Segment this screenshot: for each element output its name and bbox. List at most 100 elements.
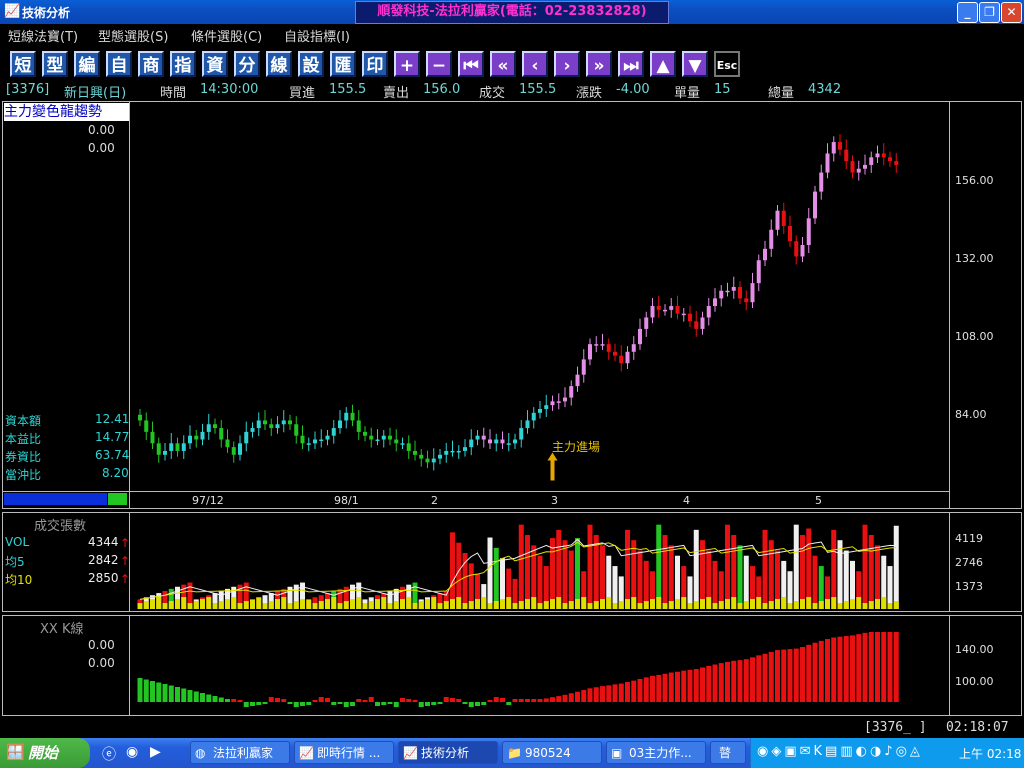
clock: 上午 02:18 bbox=[959, 747, 1022, 761]
task-doc[interactable]: ▣ 03主力作... bbox=[606, 741, 706, 764]
oscillator-bar bbox=[668, 672, 674, 702]
oscillator-bar bbox=[762, 653, 768, 702]
up-button[interactable]: ▲ bbox=[650, 51, 676, 77]
maximize-button[interactable]: ❐ bbox=[979, 2, 1000, 23]
candle-body bbox=[688, 313, 692, 322]
volume-base bbox=[718, 601, 724, 609]
volume-bar bbox=[712, 560, 718, 609]
price-tick: 132.00 bbox=[955, 252, 994, 265]
volume-base bbox=[331, 597, 337, 609]
candle-body bbox=[456, 450, 461, 453]
stock-name: 新日興(日) bbox=[64, 86, 127, 101]
last-button[interactable]: ⏭ bbox=[618, 51, 644, 77]
status-code: [3376_ ] bbox=[864, 720, 927, 735]
candle-body bbox=[369, 435, 374, 440]
oscillator-chart[interactable] bbox=[130, 616, 949, 715]
volume-base bbox=[600, 599, 605, 609]
pattern-button[interactable]: 型 bbox=[42, 51, 68, 77]
minute-button[interactable]: 分 bbox=[234, 51, 260, 77]
media-icon[interactable]: ▶ bbox=[150, 744, 161, 760]
volume-base bbox=[581, 597, 587, 609]
panel-divider bbox=[949, 101, 950, 509]
export-button[interactable]: 匯 bbox=[330, 51, 356, 77]
short-button[interactable]: 短 bbox=[10, 51, 36, 77]
down-button[interactable]: ▼ bbox=[682, 51, 708, 77]
close-button[interactable]: ✕ bbox=[1001, 2, 1022, 23]
oscillator-bar bbox=[306, 702, 312, 705]
task-tech-analysis[interactable]: 📈 技術分析 bbox=[398, 741, 498, 764]
scroll-thumb[interactable] bbox=[108, 493, 127, 505]
task-ferrari[interactable]: ◍ 法拉利贏家 bbox=[190, 741, 290, 764]
candle-body bbox=[619, 355, 624, 364]
volume-chart[interactable] bbox=[130, 513, 949, 611]
candlestick-chart[interactable] bbox=[130, 102, 949, 491]
first-button[interactable]: ⏮ bbox=[458, 51, 484, 77]
task-label: 瞽 bbox=[719, 746, 732, 760]
oscillator-bar bbox=[312, 700, 318, 702]
oscillator-bar bbox=[225, 699, 230, 702]
task-misc[interactable]: 瞽 bbox=[710, 741, 746, 764]
volume-base bbox=[612, 603, 618, 609]
fast-back-button[interactable]: « bbox=[490, 51, 516, 77]
browser-icon[interactable]: ◉ bbox=[126, 744, 138, 760]
volume-base bbox=[868, 601, 874, 609]
oscillator-bar bbox=[618, 683, 624, 702]
back-button[interactable]: ‹ bbox=[522, 51, 548, 77]
oscillator-bar bbox=[737, 660, 743, 702]
zoom-out-button[interactable]: − bbox=[426, 51, 452, 77]
volume-bar bbox=[793, 524, 799, 609]
volume-base bbox=[568, 601, 574, 609]
edit-button[interactable]: 編 bbox=[74, 51, 100, 77]
volume-base bbox=[893, 601, 899, 609]
data-button[interactable]: 資 bbox=[202, 51, 228, 77]
candle-body bbox=[756, 260, 761, 284]
doc-icon: ▣ bbox=[611, 746, 623, 760]
esc-button[interactable]: Esc bbox=[714, 51, 740, 77]
candle-body bbox=[675, 306, 680, 314]
volume-base bbox=[625, 599, 630, 609]
oscillator-bar bbox=[518, 699, 524, 702]
print-button[interactable]: 印 bbox=[362, 51, 388, 77]
volume-base bbox=[162, 603, 168, 609]
candle-body bbox=[388, 435, 392, 440]
task-realtime[interactable]: 📈 即時行情 ... bbox=[294, 741, 394, 764]
index-button[interactable]: 指 bbox=[170, 51, 196, 77]
volume-base bbox=[631, 597, 637, 609]
ie-icon[interactable]: ⓔ bbox=[102, 744, 116, 764]
menu-condition-select[interactable]: 條件選股(C) bbox=[191, 26, 262, 45]
oscillator-bar bbox=[300, 702, 305, 706]
vol-label: VOL bbox=[5, 535, 30, 549]
oscillator-bar bbox=[856, 634, 862, 702]
menu-custom-indicator[interactable]: 自設指標(I) bbox=[284, 26, 350, 45]
oscillator-bar bbox=[368, 697, 374, 702]
task-folder[interactable]: 📁 980524 bbox=[502, 741, 602, 764]
candle-body bbox=[206, 424, 211, 432]
candle-body bbox=[413, 450, 417, 455]
line-button[interactable]: 線 bbox=[266, 51, 292, 77]
oscillator-bar bbox=[743, 659, 749, 702]
menu-pattern-select[interactable]: 型態選股(S) bbox=[98, 26, 168, 45]
volume-base bbox=[506, 597, 512, 609]
custom-button[interactable]: 自 bbox=[106, 51, 132, 77]
scroll-track[interactable] bbox=[4, 493, 107, 505]
volume-base bbox=[606, 597, 612, 609]
candle-body bbox=[356, 420, 361, 432]
osc-value-1: 0.00 bbox=[88, 638, 115, 652]
zoom-in-button[interactable]: + bbox=[394, 51, 420, 77]
menu-short-tools[interactable]: 短線法寶(T) bbox=[8, 26, 78, 45]
volume-base bbox=[737, 603, 743, 609]
forward-button[interactable]: › bbox=[554, 51, 580, 77]
product-button[interactable]: 商 bbox=[138, 51, 164, 77]
fast-forward-button[interactable]: » bbox=[586, 51, 612, 77]
candle-body bbox=[425, 458, 430, 463]
volume-base bbox=[237, 603, 243, 609]
indicator-title[interactable]: 主力變色龍趨勢 bbox=[4, 103, 129, 121]
oscillator-bar bbox=[437, 702, 443, 704]
tray-icons[interactable]: ◉◈▣✉K▤▥◐◑♪◎◬ bbox=[757, 744, 923, 759]
settings-button[interactable]: 設 bbox=[298, 51, 324, 77]
candle-body bbox=[894, 161, 899, 165]
up-arrow-icon: ↑ bbox=[120, 536, 131, 550]
oscillator-bar bbox=[250, 702, 255, 706]
minimize-button[interactable]: _ bbox=[957, 2, 978, 23]
task-label: 即時行情 ... bbox=[317, 746, 381, 760]
